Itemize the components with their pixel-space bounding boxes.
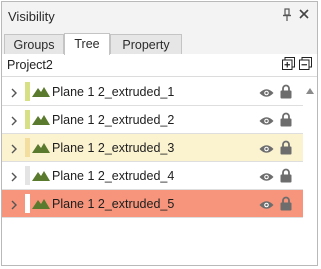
lock-icon[interactable] (280, 84, 292, 99)
mountain-icon (32, 114, 50, 125)
project-toolbar: Project2 (2, 54, 317, 77)
tree-row[interactable]: Plane 1 2_extruded_1 (2, 78, 303, 106)
tab-property[interactable]: Property (110, 34, 182, 54)
color-swatch (25, 166, 30, 185)
tree-row[interactable]: Plane 1 2_extruded_3 (2, 134, 303, 162)
tab-groups-label: Groups (13, 38, 55, 52)
chevron-right-icon[interactable] (10, 143, 18, 154)
tree-list: Plane 1 2_extruded_1 Plane 1 2_extruded_… (2, 78, 303, 218)
collapse-all-icon[interactable] (299, 57, 312, 70)
chevron-right-icon[interactable] (10, 199, 18, 210)
tab-groups[interactable]: Groups (4, 34, 64, 54)
expand-all-icon[interactable] (282, 57, 295, 70)
eye-icon[interactable] (259, 143, 274, 153)
mountain-icon (32, 198, 50, 209)
row-label: Plane 1 2_extruded_5 (52, 197, 175, 211)
row-label: Plane 1 2_extruded_2 (52, 113, 175, 127)
chevron-right-icon[interactable] (10, 115, 18, 126)
tree-row[interactable]: Plane 1 2_extruded_5 (2, 190, 303, 218)
tab-strip: Groups Tree Property (2, 30, 317, 55)
row-label: Plane 1 2_extruded_4 (52, 169, 175, 183)
tree-row[interactable]: Plane 1 2_extruded_2 (2, 106, 303, 134)
mountain-icon (32, 142, 50, 153)
chevron-right-icon[interactable] (10, 87, 18, 98)
visibility-panel: Visibility Groups Tree Property Project2 (1, 1, 318, 266)
tree-row[interactable]: Plane 1 2_extruded_4 (2, 162, 303, 190)
row-label: Plane 1 2_extruded_3 (52, 141, 175, 155)
close-icon[interactable] (297, 7, 311, 21)
tab-property-label: Property (122, 38, 170, 52)
eye-icon[interactable] (259, 115, 274, 125)
row-label: Plane 1 2_extruded_1 (52, 85, 175, 99)
eye-icon[interactable] (259, 87, 274, 97)
project-name: Project2 (7, 58, 53, 72)
panel-title: Visibility (8, 9, 55, 24)
eye-icon[interactable] (259, 171, 274, 181)
lock-icon[interactable] (280, 112, 292, 127)
lock-icon[interactable] (280, 168, 292, 183)
tab-tree-label: Tree (74, 37, 100, 51)
lock-icon[interactable] (280, 196, 292, 211)
eye-icon[interactable] (259, 199, 274, 209)
lock-icon[interactable] (280, 140, 292, 155)
color-swatch (25, 138, 30, 157)
pin-icon[interactable] (281, 8, 293, 22)
mountain-icon (32, 170, 50, 181)
color-swatch (25, 194, 30, 213)
color-swatch (25, 82, 30, 101)
panel-titlebar: Visibility (2, 2, 317, 30)
color-swatch (25, 110, 30, 129)
chevron-right-icon[interactable] (10, 171, 18, 182)
scroll-up-arrow-icon[interactable] (306, 83, 314, 94)
tab-tree[interactable]: Tree (64, 33, 110, 55)
vertical-scrollbar[interactable] (303, 78, 317, 264)
mountain-icon (32, 86, 50, 97)
